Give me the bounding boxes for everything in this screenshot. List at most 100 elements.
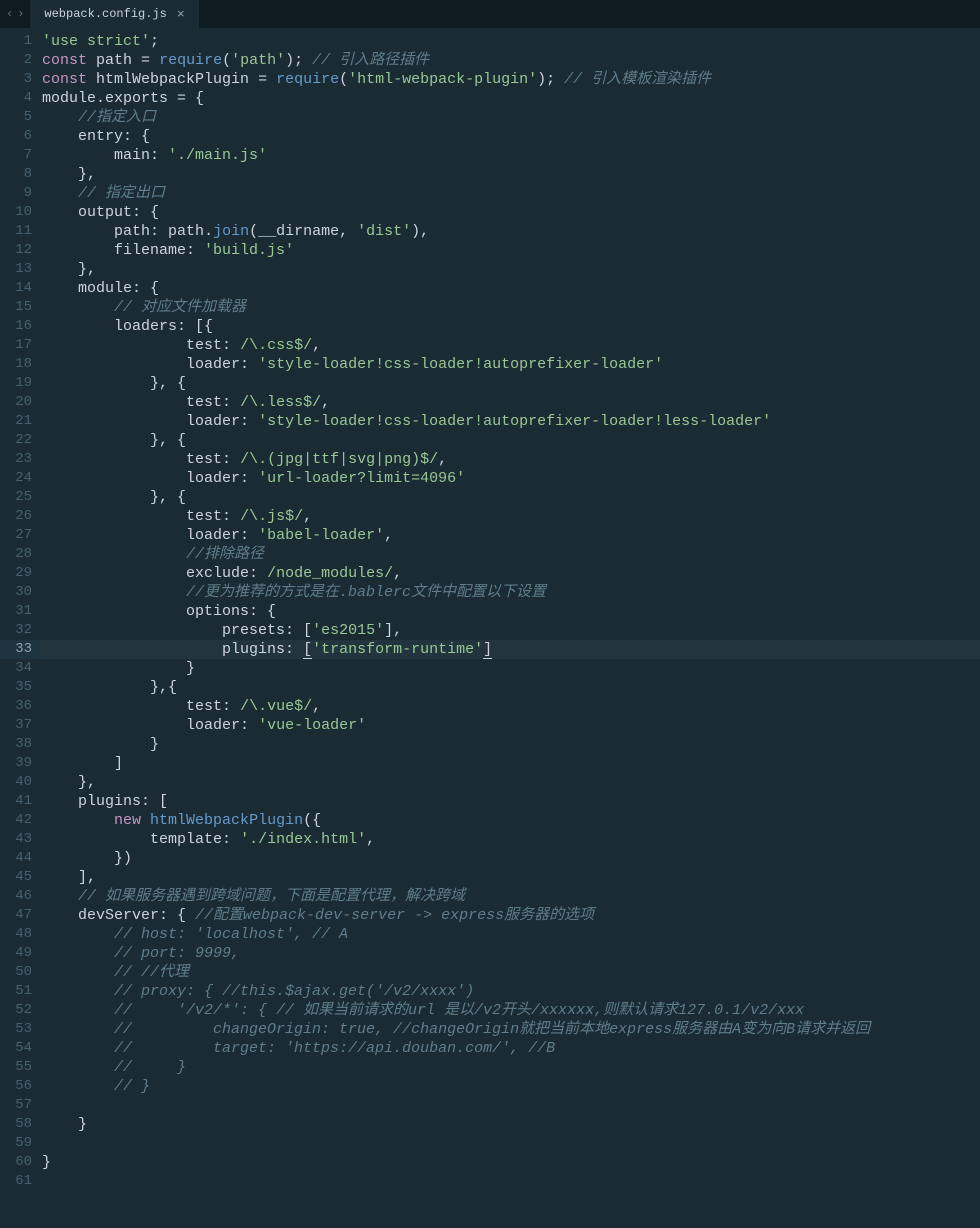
code-line[interactable]: // port: 9999, [42,944,980,963]
line-number: 20 [0,393,42,412]
editor-tab[interactable]: webpack.config.js × [30,0,199,28]
code-line[interactable]: // 指定出口 [42,184,980,203]
code-line[interactable]: // 对应文件加载器 [42,298,980,317]
line-number: 34 [0,659,42,678]
code-line[interactable]: exclude: /node_modules/, [42,564,980,583]
code-line[interactable]: } [42,659,980,678]
line-number: 32 [0,621,42,640]
editor: 1234567891011121314151617181920212223242… [0,28,980,1191]
line-number: 41 [0,792,42,811]
line-number: 19 [0,374,42,393]
code-line[interactable]: test: /\.css$/, [42,336,980,355]
code-line[interactable]: loader: 'vue-loader' [42,716,980,735]
line-number: 57 [0,1096,42,1115]
code-line[interactable]: module.exports = { [42,89,980,108]
code-line[interactable]: module: { [42,279,980,298]
line-number: 23 [0,450,42,469]
code-line[interactable]: // } [42,1077,980,1096]
code-line[interactable]: },{ [42,678,980,697]
code-line[interactable]: new htmlWebpackPlugin({ [42,811,980,830]
line-number: 30 [0,583,42,602]
code-line[interactable]: test: /\.js$/, [42,507,980,526]
code-line[interactable]: main: './main.js' [42,146,980,165]
code-line[interactable]: output: { [42,203,980,222]
code-line[interactable]: entry: { [42,127,980,146]
line-number: 46 [0,887,42,906]
tab-filename: webpack.config.js [44,7,166,21]
code-line[interactable]: }, [42,165,980,184]
code-line[interactable]: //排除路径 [42,545,980,564]
code-line[interactable]: } [42,1115,980,1134]
line-number: 2 [0,51,42,70]
code-line[interactable]: loader: 'babel-loader', [42,526,980,545]
code-line[interactable]: } [42,735,980,754]
code-area[interactable]: 'use strict';const path = require('path'… [42,28,980,1191]
code-line[interactable]: // //代理 [42,963,980,982]
code-line[interactable]: // } [42,1058,980,1077]
code-line[interactable]: // target: 'https://api.douban.com/', //… [42,1039,980,1058]
code-line[interactable]: }, { [42,488,980,507]
code-line[interactable]: ] [42,754,980,773]
code-line[interactable] [42,1096,980,1115]
code-line[interactable]: test: /\.less$/, [42,393,980,412]
code-line[interactable]: //更为推荐的方式是在.bablerc文件中配置以下设置 [42,583,980,602]
line-number: 36 [0,697,42,716]
line-number: 5 [0,108,42,127]
code-line[interactable]: }, { [42,431,980,450]
line-number: 38 [0,735,42,754]
line-number: 25 [0,488,42,507]
line-number: 16 [0,317,42,336]
code-line[interactable]: 'use strict'; [42,32,980,51]
code-line[interactable]: loaders: [{ [42,317,980,336]
code-line[interactable] [42,1172,980,1191]
code-line[interactable]: const path = require('path'); // 引入路径插件 [42,51,980,70]
line-number: 59 [0,1134,42,1153]
code-line[interactable]: } [42,1153,980,1172]
line-number: 1 [0,32,42,51]
code-line[interactable] [42,1134,980,1153]
code-line[interactable]: template: './index.html', [42,830,980,849]
code-line[interactable]: }, [42,260,980,279]
code-line[interactable]: // changeOrigin: true, //changeOrigin就把当… [42,1020,980,1039]
code-line[interactable]: filename: 'build.js' [42,241,980,260]
code-line[interactable]: test: /\.(jpg|ttf|svg|png)$/, [42,450,980,469]
code-line[interactable]: // '/v2/*': { // 如果当前请求的url 是以/v2开头/xxxx… [42,1001,980,1020]
code-line[interactable]: //指定入口 [42,108,980,127]
code-line[interactable]: test: /\.vue$/, [42,697,980,716]
code-line[interactable]: }, { [42,374,980,393]
code-line[interactable]: // 如果服务器遇到跨域问题，下面是配置代理，解决跨域 [42,887,980,906]
code-line[interactable]: devServer: { //配置webpack-dev-server -> e… [42,906,980,925]
line-number: 37 [0,716,42,735]
line-number: 39 [0,754,42,773]
nav-right-icon[interactable]: › [17,7,24,21]
line-number: 22 [0,431,42,450]
code-line[interactable]: }) [42,849,980,868]
nav-left-icon[interactable]: ‹ [6,7,13,21]
code-line[interactable]: ], [42,868,980,887]
code-line[interactable]: loader: 'url-loader?limit=4096' [42,469,980,488]
code-line[interactable]: const htmlWebpackPlugin = require('html-… [42,70,980,89]
code-line[interactable]: path: path.join(__dirname, 'dist'), [42,222,980,241]
line-number: 4 [0,89,42,108]
line-number: 56 [0,1077,42,1096]
code-line[interactable]: options: { [42,602,980,621]
code-line[interactable]: }, [42,773,980,792]
line-number: 45 [0,868,42,887]
code-line[interactable]: // host: 'localhost', // A [42,925,980,944]
code-line[interactable]: loader: 'style-loader!css-loader!autopre… [42,355,980,374]
line-number: 54 [0,1039,42,1058]
code-line[interactable]: plugins: [ [42,792,980,811]
line-number: 35 [0,678,42,697]
code-line[interactable]: presets: ['es2015'], [42,621,980,640]
line-number: 49 [0,944,42,963]
code-line[interactable]: // proxy: { //this.$ajax.get('/v2/xxxx') [42,982,980,1001]
code-line[interactable]: plugins: ['transform-runtime'] [42,640,980,659]
tab-nav-arrows: ‹ › [0,0,30,28]
close-icon[interactable]: × [177,7,185,22]
code-line[interactable]: loader: 'style-loader!css-loader!autopre… [42,412,980,431]
line-number: 47 [0,906,42,925]
line-number: 26 [0,507,42,526]
line-number: 60 [0,1153,42,1172]
line-number: 10 [0,203,42,222]
line-number: 31 [0,602,42,621]
